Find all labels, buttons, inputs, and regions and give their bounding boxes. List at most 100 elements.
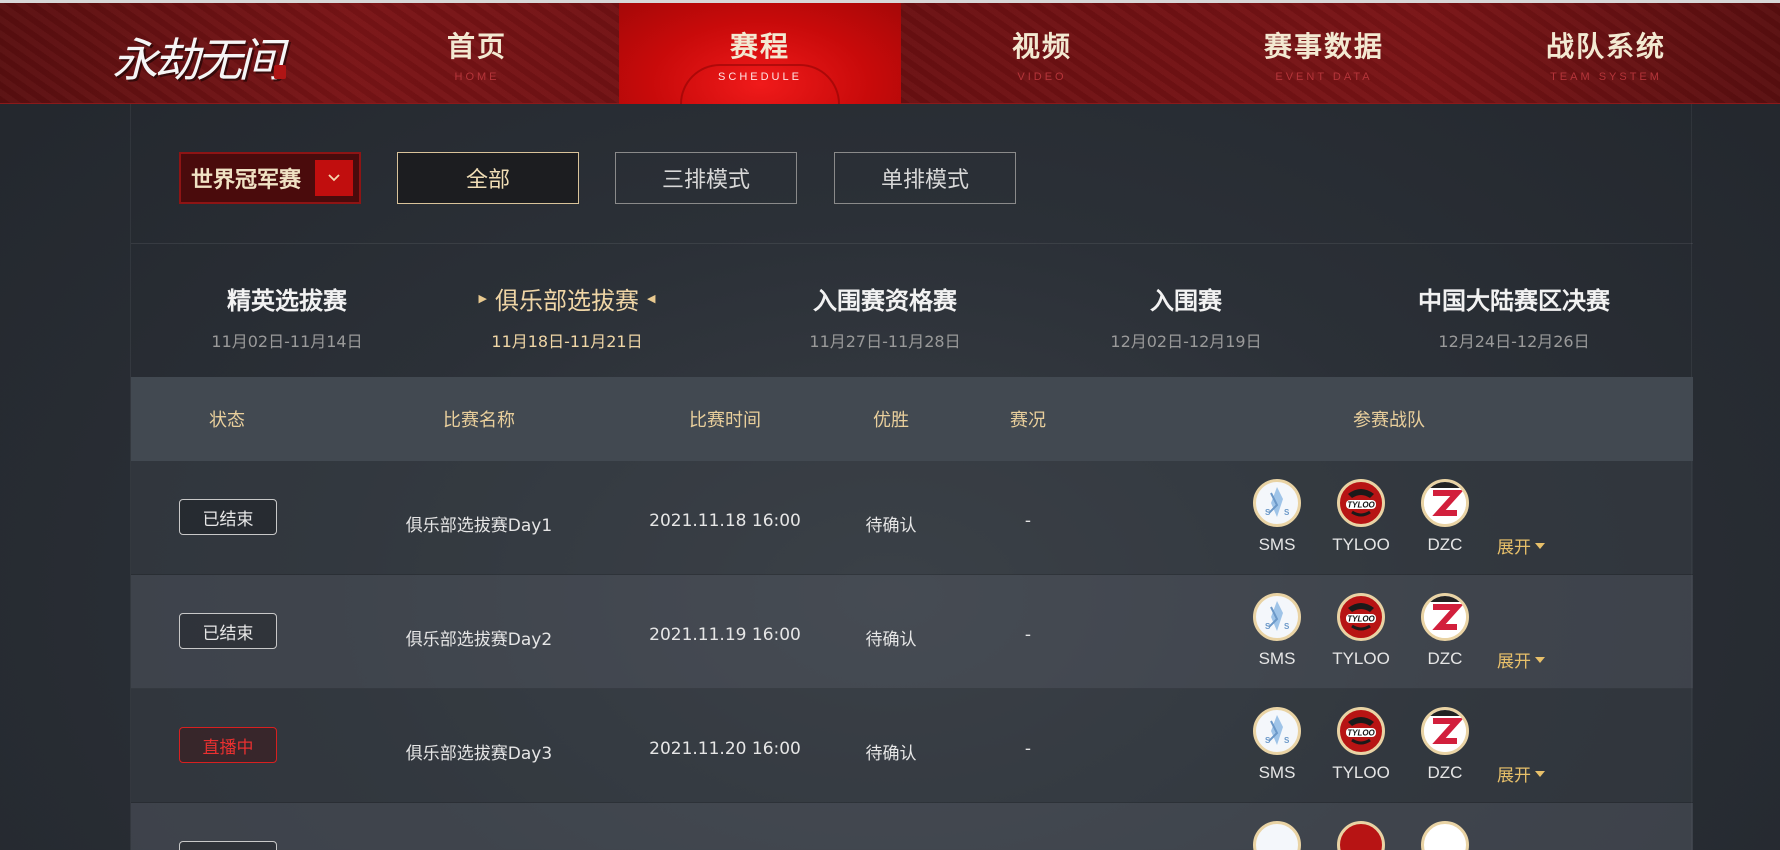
- stage-date: 11月18日-11月21日: [491, 332, 643, 351]
- header-situation: 赛况: [1010, 410, 1046, 431]
- match-name: 俱乐部选拔赛Day1: [405, 516, 553, 536]
- team-name: DZC: [1427, 649, 1463, 668]
- stage-tab-qualifier[interactable]: 入围赛资格赛 11月27日-11月28日: [735, 281, 1035, 352]
- tyloo-logo-icon: [1337, 821, 1385, 850]
- tyloo-logo-icon: TYLOO: [1337, 593, 1385, 641]
- match-winner: 待确认: [865, 630, 917, 650]
- expand-button[interactable]: 展开: [1497, 647, 1545, 672]
- stage-name: ▶ 俱乐部选拔赛 ◀: [471, 281, 664, 316]
- dzc-logo-icon: [1421, 707, 1469, 755]
- status-badge: [179, 841, 277, 850]
- nav-label: 战队系统: [1545, 29, 1666, 63]
- stage-name: 精英选拔赛: [227, 287, 347, 315]
- team-name: SMS: [1258, 649, 1296, 668]
- team-name: SMS: [1258, 763, 1296, 782]
- match-winner: 待确认: [865, 744, 917, 764]
- table-row: 已结束 俱乐部选拔赛Day2 2021.11.19 16:00 待确认 - SS…: [131, 575, 1693, 689]
- stage-tabs: 精英选拔赛 11月02日-11月14日 ▶ 俱乐部选拔赛 ◀ 11月18日-11…: [131, 245, 1693, 380]
- filter-bar: 世界冠军赛 全部 三排模式 单排模式: [131, 104, 1693, 244]
- mode-solo-button[interactable]: 单排模式: [834, 152, 1016, 204]
- tournament-select[interactable]: 世界冠军赛: [179, 152, 361, 204]
- status-badge-live[interactable]: 直播中: [179, 727, 277, 763]
- nav-home[interactable]: 首页 HOME: [336, 3, 618, 104]
- nav-schedule[interactable]: 赛程 SCHEDULE: [619, 3, 901, 104]
- header-teams: 参赛战队: [1353, 410, 1425, 431]
- mode-trio-button[interactable]: 三排模式: [615, 152, 797, 204]
- team-name: DZC: [1427, 535, 1463, 554]
- logo-text: 永劫无间: [112, 33, 284, 87]
- team-dzc[interactable]: DZC: [1410, 707, 1480, 783]
- nav-video[interactable]: 视频 VIDEO: [901, 3, 1183, 104]
- nav-label: 赛事数据: [1263, 29, 1384, 63]
- nav-sublabel: VIDEO: [1017, 70, 1067, 83]
- svg-text:S: S: [1265, 622, 1271, 631]
- ornament-icon: [680, 64, 840, 104]
- header-match-name: 比赛名称: [443, 410, 515, 431]
- nav-label: 视频: [1011, 29, 1072, 63]
- team-dzc[interactable]: [1410, 821, 1480, 850]
- svg-text:S: S: [1284, 736, 1290, 745]
- table-row: 已结束 俱乐部选拔赛Day1 2021.11.18 16:00 待确认 - SS…: [131, 461, 1693, 575]
- team-name: SMS: [1258, 535, 1296, 554]
- schedule-panel: 世界冠军赛 全部 三排模式 单排模式 精英选拔赛 11月02日-11月14日 ▶…: [130, 104, 1693, 850]
- caret-down-icon: [1535, 770, 1545, 777]
- game-logo[interactable]: 永劫无间: [96, 13, 296, 101]
- team-dzc[interactable]: DZC: [1410, 593, 1480, 669]
- status-badge: 已结束: [179, 499, 277, 535]
- chevron-down-icon[interactable]: [315, 160, 353, 196]
- svg-text:S: S: [1284, 622, 1290, 631]
- stage-tab-elite[interactable]: 精英选拔赛 11月02日-11月14日: [137, 281, 437, 352]
- expand-button[interactable]: 展开: [1497, 533, 1545, 558]
- status-badge: 已结束: [179, 613, 277, 649]
- team-tyloo[interactable]: TYLOO TYLOO: [1326, 707, 1396, 783]
- stage-date: 11月27日-11月28日: [809, 332, 961, 351]
- stage-tab-group[interactable]: 入围赛 12月02日-12月19日: [1036, 281, 1336, 352]
- svg-text:S: S: [1284, 508, 1290, 517]
- team-tyloo[interactable]: [1326, 821, 1396, 850]
- table-body: 已结束 俱乐部选拔赛Day1 2021.11.18 16:00 待确认 - SS…: [131, 461, 1693, 850]
- nav-team-system[interactable]: 战队系统 TEAM SYSTEM: [1465, 3, 1747, 104]
- dzc-logo-icon: [1421, 479, 1469, 527]
- svg-text:TYLOO: TYLOO: [1347, 729, 1375, 738]
- team-dzc[interactable]: DZC: [1410, 479, 1480, 555]
- team-sms[interactable]: SS SMS: [1242, 593, 1312, 669]
- team-tyloo[interactable]: TYLOO TYLOO: [1326, 593, 1396, 669]
- stage-name-text: 俱乐部选拔赛: [495, 287, 639, 315]
- caret-down-icon: [1535, 542, 1545, 549]
- tournament-select-value: 世界冠军赛: [191, 168, 302, 193]
- team-name: TYLOO: [1332, 763, 1390, 782]
- stage-tab-final[interactable]: 中国大陆赛区决赛 12月24日-12月26日: [1364, 281, 1664, 352]
- svg-text:S: S: [1265, 508, 1271, 517]
- svg-text:TYLOO: TYLOO: [1347, 501, 1375, 510]
- expand-label: 展开: [1497, 766, 1531, 786]
- match-situation: -: [1024, 511, 1032, 531]
- sms-logo-icon: SS: [1253, 707, 1301, 755]
- stage-date: 12月24日-12月26日: [1438, 332, 1590, 351]
- tyloo-logo-icon: TYLOO: [1337, 479, 1385, 527]
- expand-label: 展开: [1497, 538, 1531, 558]
- expand-button[interactable]: 展开: [1497, 761, 1545, 786]
- sms-logo-icon: [1253, 821, 1301, 850]
- header-winner: 优胜: [873, 410, 909, 431]
- team-sms[interactable]: SS SMS: [1242, 707, 1312, 783]
- team-sms[interactable]: [1242, 821, 1312, 850]
- table-row: [131, 803, 1693, 850]
- sms-logo-icon: SS: [1253, 479, 1301, 527]
- table-row: 直播中 俱乐部选拔赛Day3 2021.11.20 16:00 待确认 - SS…: [131, 689, 1693, 803]
- nav-label: 首页: [446, 29, 507, 63]
- team-tyloo[interactable]: TYLOO TYLOO: [1326, 479, 1396, 555]
- stage-tab-club[interactable]: ▶ 俱乐部选拔赛 ◀ 11月18日-11月21日: [417, 281, 717, 352]
- match-winner: 待确认: [865, 516, 917, 536]
- stage-name: 入围赛资格赛: [813, 287, 957, 315]
- sms-logo-icon: SS: [1253, 593, 1301, 641]
- dzc-logo-icon: [1421, 821, 1469, 850]
- match-time: 2021.11.19 16:00: [649, 625, 801, 645]
- top-navigation: 永劫无间 首页 HOME 赛程 SCHEDULE 视频 VIDEO 赛事数据 E…: [0, 0, 1780, 104]
- expand-label: 展开: [1497, 652, 1531, 672]
- team-sms[interactable]: SS SMS: [1242, 479, 1312, 555]
- nav-event-data[interactable]: 赛事数据 EVENT DATA: [1183, 3, 1465, 104]
- mode-all-button[interactable]: 全部: [397, 152, 579, 204]
- team-name: TYLOO: [1332, 649, 1390, 668]
- stage-name: 中国大陆赛区决赛: [1418, 287, 1610, 315]
- team-name: DZC: [1427, 763, 1463, 782]
